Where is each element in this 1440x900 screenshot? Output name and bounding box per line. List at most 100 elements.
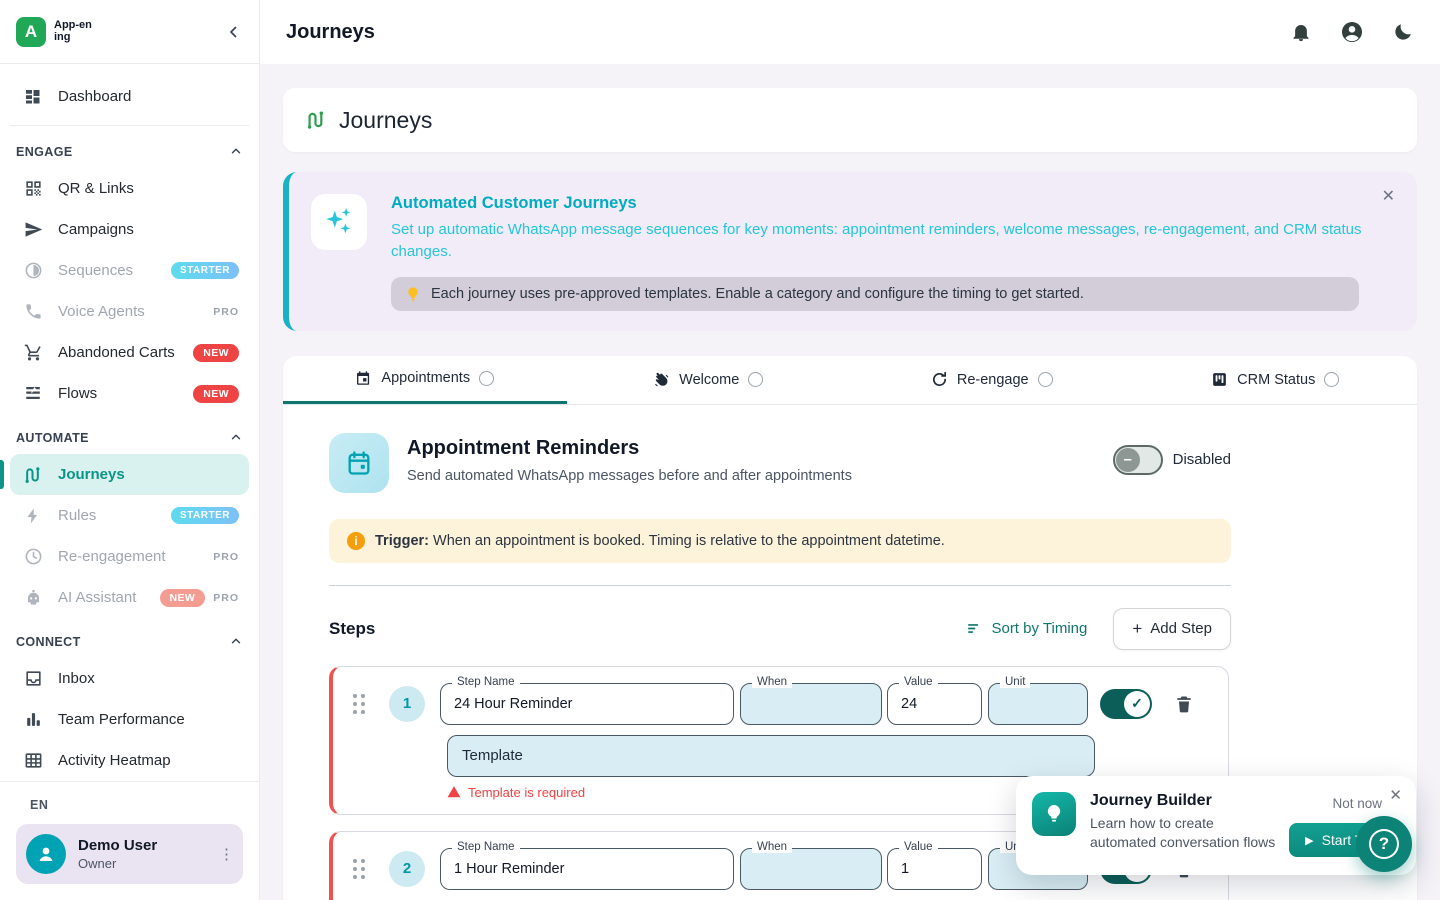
account-icon[interactable] [1340,20,1364,44]
info-banner: ✕ Automated Customer Journeys Set up aut… [283,172,1417,331]
sidebar-item-journeys[interactable]: Journeys [10,454,249,495]
trigger-text: When an appointment is booked. Timing is… [433,533,945,549]
delete-step-icon[interactable] [1174,694,1194,714]
tab-appointments[interactable]: Appointments [283,356,567,404]
sidebar-item-label: Journeys [58,466,125,483]
category-title: Appointment Reminders [407,437,852,460]
sidebar-item-voice-agents[interactable]: Voice Agents PRO [10,291,249,332]
chevron-up-icon [229,144,243,161]
step-name-input[interactable] [441,849,733,889]
pro-badge: PRO [213,306,239,318]
step-number: 2 [389,851,425,887]
page-header-card: Journeys [283,88,1417,152]
sort-icon [966,620,983,637]
topbar: Journeys [260,0,1440,64]
question-mark-icon: ? [1369,829,1399,859]
calendar-category-icon [329,433,389,493]
sidebar-item-team-performance[interactable]: Team Performance [10,699,249,740]
flows-icon [22,383,44,405]
category-toggle[interactable]: – [1113,445,1163,475]
play-icon: ▶ [1305,834,1313,847]
drag-handle-icon[interactable] [353,694,365,714]
sidebar-item-flows[interactable]: Flows NEW [10,373,249,414]
section-automate[interactable]: AUTOMATE [16,424,243,452]
unit-select[interactable]: Unit [988,683,1088,725]
sidebar-item-label: Rules [58,507,96,524]
section-connect[interactable]: CONNECT [16,628,243,656]
tab-re-engage[interactable]: Re-engage [850,356,1134,404]
sidebar-item-label: Sequences [58,262,133,279]
popup-close-icon[interactable]: ✕ [1389,786,1402,804]
notifications-bell-icon[interactable] [1290,21,1312,43]
section-engage[interactable]: ENGAGE [16,138,243,166]
lightbulb-icon [1032,792,1076,836]
refresh-icon [931,371,948,388]
sidebar-nav: Dashboard ENGAGE QR & Links Campaigns Se… [0,64,259,781]
category-tabs: Appointments Welcome Re-engage [283,356,1417,405]
sidebar: A App-ening Dashboard ENGAGE QR & Links [0,0,260,900]
step-enabled-toggle[interactable]: ✓ [1100,689,1152,719]
tab-crm-status[interactable]: CRM Status [1134,356,1418,404]
tab-status-circle[interactable] [748,372,763,387]
language-selector[interactable]: EN [16,796,243,824]
sort-by-timing-button[interactable]: Sort by Timing [966,620,1087,637]
tab-status-circle[interactable] [1324,372,1339,387]
sidebar-item-label: Activity Heatmap [58,752,171,769]
help-button[interactable]: ? [1356,816,1412,872]
sidebar-item-rules[interactable]: Rules STARTER [10,495,249,536]
bar-chart-icon [22,709,44,731]
sidebar-item-qr-links[interactable]: QR & Links [10,168,249,209]
sidebar-item-label: AI Assistant [58,589,136,606]
sidebar-item-label: Dashboard [58,88,131,105]
dark-mode-moon-icon[interactable] [1392,21,1414,43]
topbar-title: Journeys [286,21,375,44]
bolt-icon [22,505,44,527]
new-badge: NEW [193,344,239,362]
new-badge: NEW [160,589,206,607]
step-name-field: Step Name [440,848,734,890]
tab-status-circle[interactable] [479,371,494,386]
banner-close-icon[interactable]: ✕ [1382,186,1395,206]
sidebar-item-activity-heatmap[interactable]: Activity Heatmap [10,740,249,781]
cart-icon [22,342,44,364]
when-select[interactable]: When [740,683,882,725]
page-title: Journeys [339,107,432,134]
inbox-icon [22,668,44,690]
tab-welcome[interactable]: Welcome [567,356,851,404]
calendar-icon [355,370,372,387]
toggle-thumb-minus: – [1116,448,1140,472]
app-logo-text: App-ening [54,20,94,43]
phone-icon [22,301,44,323]
sidebar-item-abandoned-carts[interactable]: Abandoned Carts NEW [10,332,249,373]
sidebar-item-label: Campaigns [58,221,134,238]
when-select[interactable]: When [740,848,882,890]
app-logo-icon: A [16,17,46,47]
value-input[interactable] [888,849,981,889]
user-card[interactable]: Demo User Owner ⋮ [16,824,243,884]
divider [329,585,1231,586]
not-now-button[interactable]: Not now [1332,796,1382,811]
sidebar-item-dashboard[interactable]: Dashboard [10,76,249,117]
add-step-button[interactable]: + Add Step [1113,608,1231,650]
sidebar-item-ai-assistant[interactable]: AI Assistant NEW PRO [10,577,249,618]
sidebar-collapse-icon[interactable] [225,23,243,41]
sidebar-item-inbox[interactable]: Inbox [10,658,249,699]
value-input[interactable] [888,684,981,724]
active-indicator [0,460,4,489]
sidebar-item-sequences[interactable]: Sequences STARTER [10,250,249,291]
sparkles-icon [311,194,367,250]
tab-status-circle[interactable] [1038,372,1053,387]
sidebar-item-re-engagement[interactable]: Re-engagement PRO [10,536,249,577]
popup-subtitle: Learn how to create automated conversati… [1090,814,1280,852]
popup-title: Journey Builder [1090,792,1289,810]
sidebar-item-campaigns[interactable]: Campaigns [10,209,249,250]
user-menu-icon[interactable]: ⋮ [219,852,233,857]
template-select[interactable]: Template [447,735,1095,777]
value-field: Value [887,848,982,890]
steps-header: Steps Sort by Timing + Add Step [329,608,1231,650]
drag-handle-icon[interactable] [353,859,365,879]
toggle-state-label: Disabled [1173,451,1231,468]
lightbulb-icon [405,286,421,302]
step-name-input[interactable] [441,684,733,724]
pro-badge: PRO [213,592,239,604]
